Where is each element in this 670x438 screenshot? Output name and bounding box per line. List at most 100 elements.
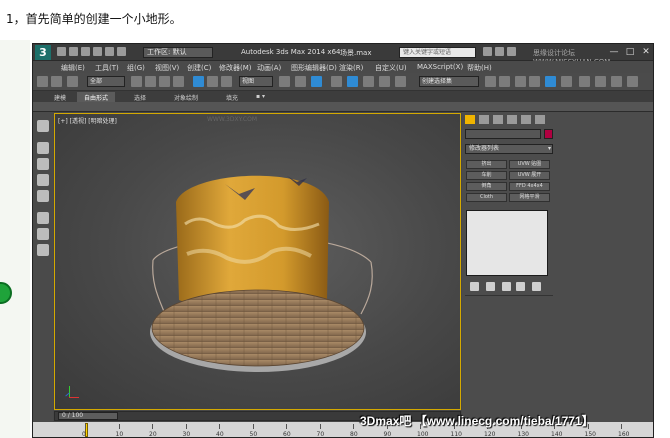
- shirt-icon[interactable]: [37, 158, 49, 170]
- modifier-button-lathe[interactable]: 车削: [466, 171, 507, 180]
- hide-filter-icon[interactable]: [37, 228, 49, 240]
- time-slider[interactable]: 0 / 100: [58, 412, 118, 420]
- select-move-icon[interactable]: [193, 76, 204, 87]
- unlink-icon[interactable]: [51, 76, 62, 87]
- dome-terrain[interactable]: [176, 175, 329, 308]
- ruler-label: 130: [517, 431, 529, 438]
- ribbon-panel: [33, 102, 653, 112]
- modifier-button-ffd[interactable]: FFD 4x4x4: [509, 182, 550, 191]
- tab-selection[interactable]: 选择: [127, 92, 153, 102]
- layer-manager-icon[interactable]: [515, 76, 526, 87]
- make-unique-icon[interactable]: [502, 282, 511, 291]
- light-icon[interactable]: [37, 174, 49, 186]
- ruler-label: 100: [417, 431, 429, 438]
- help-icon[interactable]: [495, 47, 504, 56]
- object-color-swatch[interactable]: [544, 129, 553, 139]
- perspective-viewport[interactable]: [+] [透视] [明暗处理] WWW.3DXY.COM: [54, 113, 461, 410]
- align-icon[interactable]: [499, 76, 510, 87]
- rendered-frame-icon[interactable]: [611, 76, 622, 87]
- wood-ground-plane[interactable]: [152, 290, 364, 366]
- menu-create[interactable]: 创建(C): [187, 63, 211, 73]
- select-rotate-icon[interactable]: [207, 76, 218, 87]
- sphere-icon[interactable]: [37, 142, 49, 154]
- graphite-toggle-icon[interactable]: [529, 76, 540, 87]
- modifier-list-dropdown[interactable]: 修改器列表 ▾: [465, 144, 553, 154]
- undo-icon[interactable]: [93, 47, 102, 56]
- select-scale-icon[interactable]: [221, 76, 232, 87]
- window-crossing-icon[interactable]: [173, 76, 184, 87]
- search-input[interactable]: 键入关键字或短语: [399, 47, 476, 58]
- configure-sets-icon[interactable]: [532, 282, 541, 291]
- remove-modifier-icon[interactable]: [516, 282, 525, 291]
- hierarchy-tab-icon[interactable]: [493, 115, 503, 124]
- selection-filter-dropdown[interactable]: 全部: [87, 76, 125, 87]
- pivot-center-icon[interactable]: [279, 76, 290, 87]
- menu-graph-editors[interactable]: 图形编辑器(D): [291, 63, 337, 73]
- workspace-dropdown[interactable]: 工作区: 默认: [143, 47, 213, 58]
- utilities-tab-icon[interactable]: [535, 115, 545, 124]
- snaps-toggle-icon[interactable]: [331, 76, 342, 87]
- mirror-icon[interactable]: [485, 76, 496, 87]
- menu-animation[interactable]: 动画(A): [257, 63, 281, 73]
- project-folder-icon[interactable]: [117, 47, 126, 56]
- menu-tools[interactable]: 工具(T): [95, 63, 119, 73]
- selection-region-icon[interactable]: [159, 76, 170, 87]
- bind-space-warp-icon[interactable]: [67, 76, 78, 87]
- object-name-field[interactable]: [465, 129, 541, 139]
- ribbon-options-button[interactable]: ▪ ▾: [249, 92, 272, 102]
- display-filter-icon[interactable]: [37, 212, 49, 224]
- modifier-button-cloth[interactable]: Cloth: [466, 193, 507, 202]
- named-selection-dropdown[interactable]: 创建选择集: [419, 76, 479, 87]
- app-logo-icon[interactable]: 3: [35, 45, 51, 60]
- menu-group[interactable]: 组(G): [127, 63, 145, 73]
- save-file-icon[interactable]: [81, 47, 90, 56]
- menu-modifiers[interactable]: 修改器(M): [219, 63, 252, 73]
- menu-edit[interactable]: 编辑(E): [61, 63, 85, 73]
- motion-tab-icon[interactable]: [507, 115, 517, 124]
- freeze-filter-icon[interactable]: [37, 244, 49, 256]
- ruler-label: 40: [216, 431, 224, 438]
- modifier-button-uvw-map[interactable]: UVW 贴图: [509, 160, 550, 169]
- redo-icon[interactable]: [105, 47, 114, 56]
- search-icon[interactable]: [483, 47, 492, 56]
- modifier-button-bevel[interactable]: 倒角: [466, 182, 507, 191]
- edit-named-selection-icon[interactable]: [395, 76, 406, 87]
- link-icon[interactable]: [37, 76, 48, 87]
- signin-icon[interactable]: [507, 47, 516, 56]
- open-file-icon[interactable]: [69, 47, 78, 56]
- tab-object-paint[interactable]: 对象绘制: [167, 92, 205, 102]
- material-editor-icon[interactable]: [579, 76, 590, 87]
- modifier-stack[interactable]: [466, 210, 548, 276]
- schematic-view-icon[interactable]: [561, 76, 572, 87]
- modify-tab-icon[interactable]: [479, 115, 489, 124]
- modifier-button-extrude[interactable]: 挤出: [466, 160, 507, 169]
- reference-coordinate-dropdown[interactable]: 视图: [239, 76, 273, 87]
- menu-maxscript[interactable]: MAXScript(X): [417, 63, 463, 71]
- display-tab-icon[interactable]: [521, 115, 531, 124]
- show-end-result-icon[interactable]: [486, 282, 495, 291]
- percent-snap-icon[interactable]: [363, 76, 374, 87]
- menu-rendering[interactable]: 渲染(R): [339, 63, 363, 73]
- keyboard-shortcut-icon[interactable]: [311, 76, 322, 87]
- tab-populate[interactable]: 填充: [219, 92, 245, 102]
- modifier-button-unwrap-uvw[interactable]: UVW 展开: [509, 171, 550, 180]
- angle-snap-icon[interactable]: [347, 76, 358, 87]
- tab-modeling[interactable]: 建模: [47, 92, 73, 102]
- spinner-snap-icon[interactable]: [379, 76, 390, 87]
- camera-icon[interactable]: [37, 190, 49, 202]
- render-production-icon[interactable]: [627, 76, 638, 87]
- tab-freeform[interactable]: 自由形式: [77, 92, 116, 102]
- pin-stack-icon[interactable]: [470, 282, 479, 291]
- select-object-icon[interactable]: [131, 76, 142, 87]
- menu-views[interactable]: 视图(V): [155, 63, 179, 73]
- scene-explorer-icon[interactable]: [37, 120, 49, 132]
- modifier-button-meshsmooth[interactable]: 网格平滑: [509, 193, 550, 202]
- curve-editor-icon[interactable]: [545, 76, 556, 87]
- new-file-icon[interactable]: [57, 47, 66, 56]
- menu-customize[interactable]: 自定义(U): [375, 63, 407, 73]
- create-tab-icon[interactable]: [465, 115, 475, 124]
- menu-help[interactable]: 帮助(H): [467, 63, 492, 73]
- select-manipulate-icon[interactable]: [295, 76, 306, 87]
- render-setup-icon[interactable]: [595, 76, 606, 87]
- select-by-name-icon[interactable]: [145, 76, 156, 87]
